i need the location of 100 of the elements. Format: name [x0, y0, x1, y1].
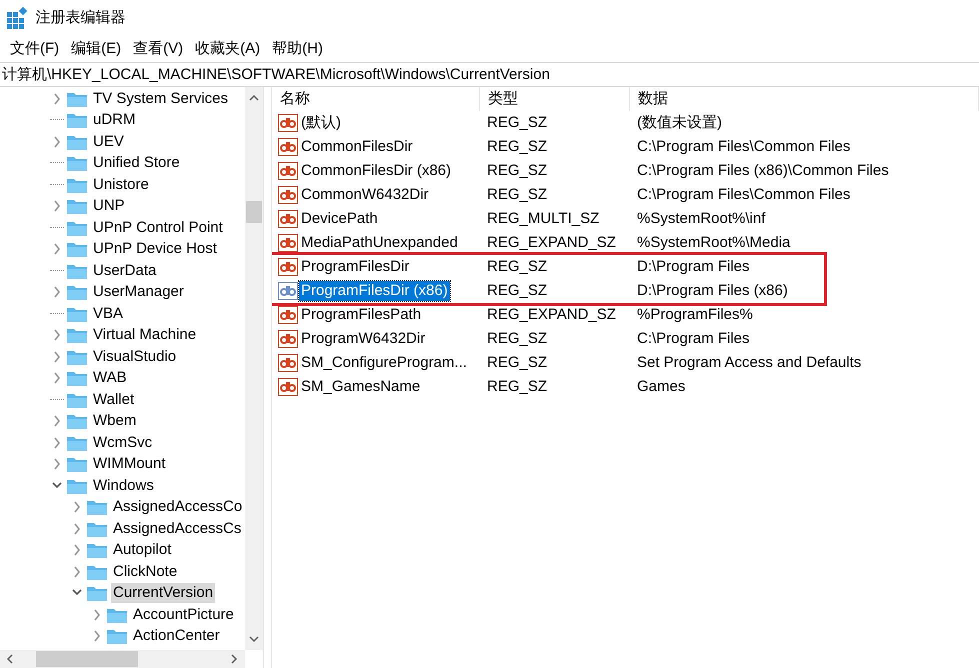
value-data: %ProgramFiles% [636, 304, 754, 325]
scrollbar-thumb[interactable] [246, 201, 262, 223]
tree-item[interactable]: WAB [91, 368, 129, 388]
value-type: REG_SZ [486, 160, 548, 181]
string-value-icon [278, 138, 298, 156]
folder-icon [66, 111, 88, 130]
menu-item[interactable]: 收藏夹(A) [189, 36, 266, 62]
value-type: REG_EXPAND_SZ [486, 304, 617, 325]
tree-item[interactable]: CurrentVersion [111, 583, 216, 604]
value-type: REG_SZ [486, 256, 548, 277]
value-type: REG_SZ [486, 376, 548, 397]
value-name[interactable]: CommonFilesDir (x86) [299, 161, 454, 181]
tree-item[interactable]: Virtual Machine [91, 325, 198, 346]
folder-icon [66, 283, 88, 302]
scrollbar-thumb[interactable] [36, 651, 138, 667]
value-data: C:\Program Files [636, 328, 751, 349]
tree-item[interactable]: Autopilot [111, 540, 174, 560]
tree-item[interactable]: UserManager [91, 282, 186, 302]
folder-icon [66, 240, 88, 258]
string-value-icon [278, 354, 298, 372]
tree-item[interactable]: UPnP Device Host [91, 239, 219, 260]
string-value-icon [278, 378, 298, 396]
registry-icon [6, 7, 28, 29]
tree-item[interactable]: Unified Store [91, 153, 182, 174]
tree-item[interactable]: Wbem [91, 411, 138, 432]
value-data: D:\Program Files (x86) [636, 280, 789, 301]
string-value-icon [278, 258, 298, 276]
tree-item[interactable]: Windows [91, 476, 156, 496]
value-data: (数值未设置) [636, 112, 723, 133]
vertical-scrollbar[interactable] [245, 87, 263, 650]
value-name[interactable]: ProgramW6432Dir [299, 329, 428, 349]
menu-item[interactable]: 帮助(H) [266, 36, 329, 62]
column-header[interactable]: 名称 [272, 87, 480, 111]
tree-item[interactable]: WcmSvc [91, 432, 154, 453]
value-name[interactable]: CommonFilesDir [299, 137, 415, 157]
value-data: C:\Program Files\Common Files [636, 184, 852, 205]
value-name[interactable]: ProgramFilesDir (x86) [299, 281, 450, 301]
folder-icon [66, 154, 88, 172]
address-bar[interactable]: 计算机\HKEY_LOCAL_MACHINE\SOFTWARE\Microsoft\Windows\CurrentVersion [0, 62, 979, 87]
string-value-icon [278, 282, 298, 300]
window-title: 注册表编辑器 [36, 8, 126, 28]
string-value-icon [278, 330, 298, 348]
string-value-icon [278, 210, 298, 228]
value-type: REG_SZ [486, 328, 548, 349]
tree-item[interactable]: WIMMount [91, 454, 168, 474]
value-name[interactable]: (默认) [299, 113, 343, 133]
value-data: %SystemRoot%\inf [636, 208, 766, 229]
menu-item[interactable]: 文件(F) [4, 36, 66, 62]
tree-item[interactable]: VisualStudio [91, 346, 178, 367]
tree-item[interactable]: AssignedAccessCs [111, 518, 244, 539]
value-name[interactable]: ProgramFilesDir [299, 257, 412, 277]
string-value-icon [278, 162, 298, 180]
menu-item[interactable]: 编辑(E) [65, 36, 128, 62]
column-header[interactable]: 数据 [630, 87, 979, 111]
tree-item[interactable]: AssignedAccessCo [111, 497, 244, 518]
value-type: REG_EXPAND_SZ [486, 232, 617, 253]
value-type: REG_SZ [486, 184, 548, 205]
string-value-icon [278, 306, 298, 324]
folder-icon [86, 541, 108, 560]
value-name[interactable]: SM_GamesName [299, 377, 422, 397]
menu-item[interactable]: 查看(V) [127, 36, 190, 62]
tree-item[interactable]: Wallet [91, 390, 136, 410]
tree-item[interactable]: UserData [91, 260, 158, 281]
value-data: Games [636, 376, 686, 397]
tree-item[interactable]: UNP [91, 196, 127, 216]
folder-icon [66, 455, 88, 474]
folder-icon [86, 584, 108, 602]
folder-icon [66, 197, 88, 216]
tree-item[interactable]: uDRM [91, 110, 138, 130]
string-value-icon [278, 186, 298, 204]
folder-icon [106, 627, 128, 646]
value-data: C:\Program Files (x86)\Common Files [636, 160, 890, 181]
string-value-icon [278, 234, 298, 252]
value-name[interactable]: ProgramFilesPath [299, 305, 424, 325]
folder-icon [86, 498, 108, 516]
tree-item[interactable]: Unistore [91, 174, 151, 195]
folder-icon [66, 326, 88, 344]
tree-item[interactable]: AccountPicture [131, 604, 236, 625]
value-name[interactable]: DevicePath [299, 209, 380, 229]
tree-item[interactable]: UPnP Control Point [91, 218, 225, 238]
folder-icon [66, 412, 88, 430]
value-name[interactable]: CommonW6432Dir [299, 185, 431, 205]
tree-item[interactable]: VBA [91, 304, 126, 324]
tree-item[interactable]: TV System Services [91, 88, 230, 109]
folder-icon [66, 369, 88, 388]
value-type: REG_SZ [486, 136, 548, 157]
value-type: REG_SZ [486, 352, 548, 373]
horizontal-scrollbar[interactable] [0, 650, 245, 668]
value-type: REG_SZ [486, 112, 548, 133]
value-type: REG_MULTI_SZ [486, 208, 600, 229]
tree-item[interactable]: UEV [91, 132, 126, 152]
column-header[interactable]: 类型 [480, 87, 630, 111]
value-type: REG_SZ [486, 280, 548, 301]
value-data: D:\Program Files [636, 256, 751, 277]
tree-item[interactable]: ClickNote [111, 562, 180, 582]
tree-item[interactable]: ActionCenter [131, 626, 222, 646]
value-name[interactable]: SM_ConfigureProgram... [299, 353, 469, 373]
value-name[interactable]: MediaPathUnexpanded [299, 233, 460, 253]
value-data: Set Program Access and Defaults [636, 352, 862, 373]
value-data: C:\Program Files\Common Files [636, 136, 852, 157]
